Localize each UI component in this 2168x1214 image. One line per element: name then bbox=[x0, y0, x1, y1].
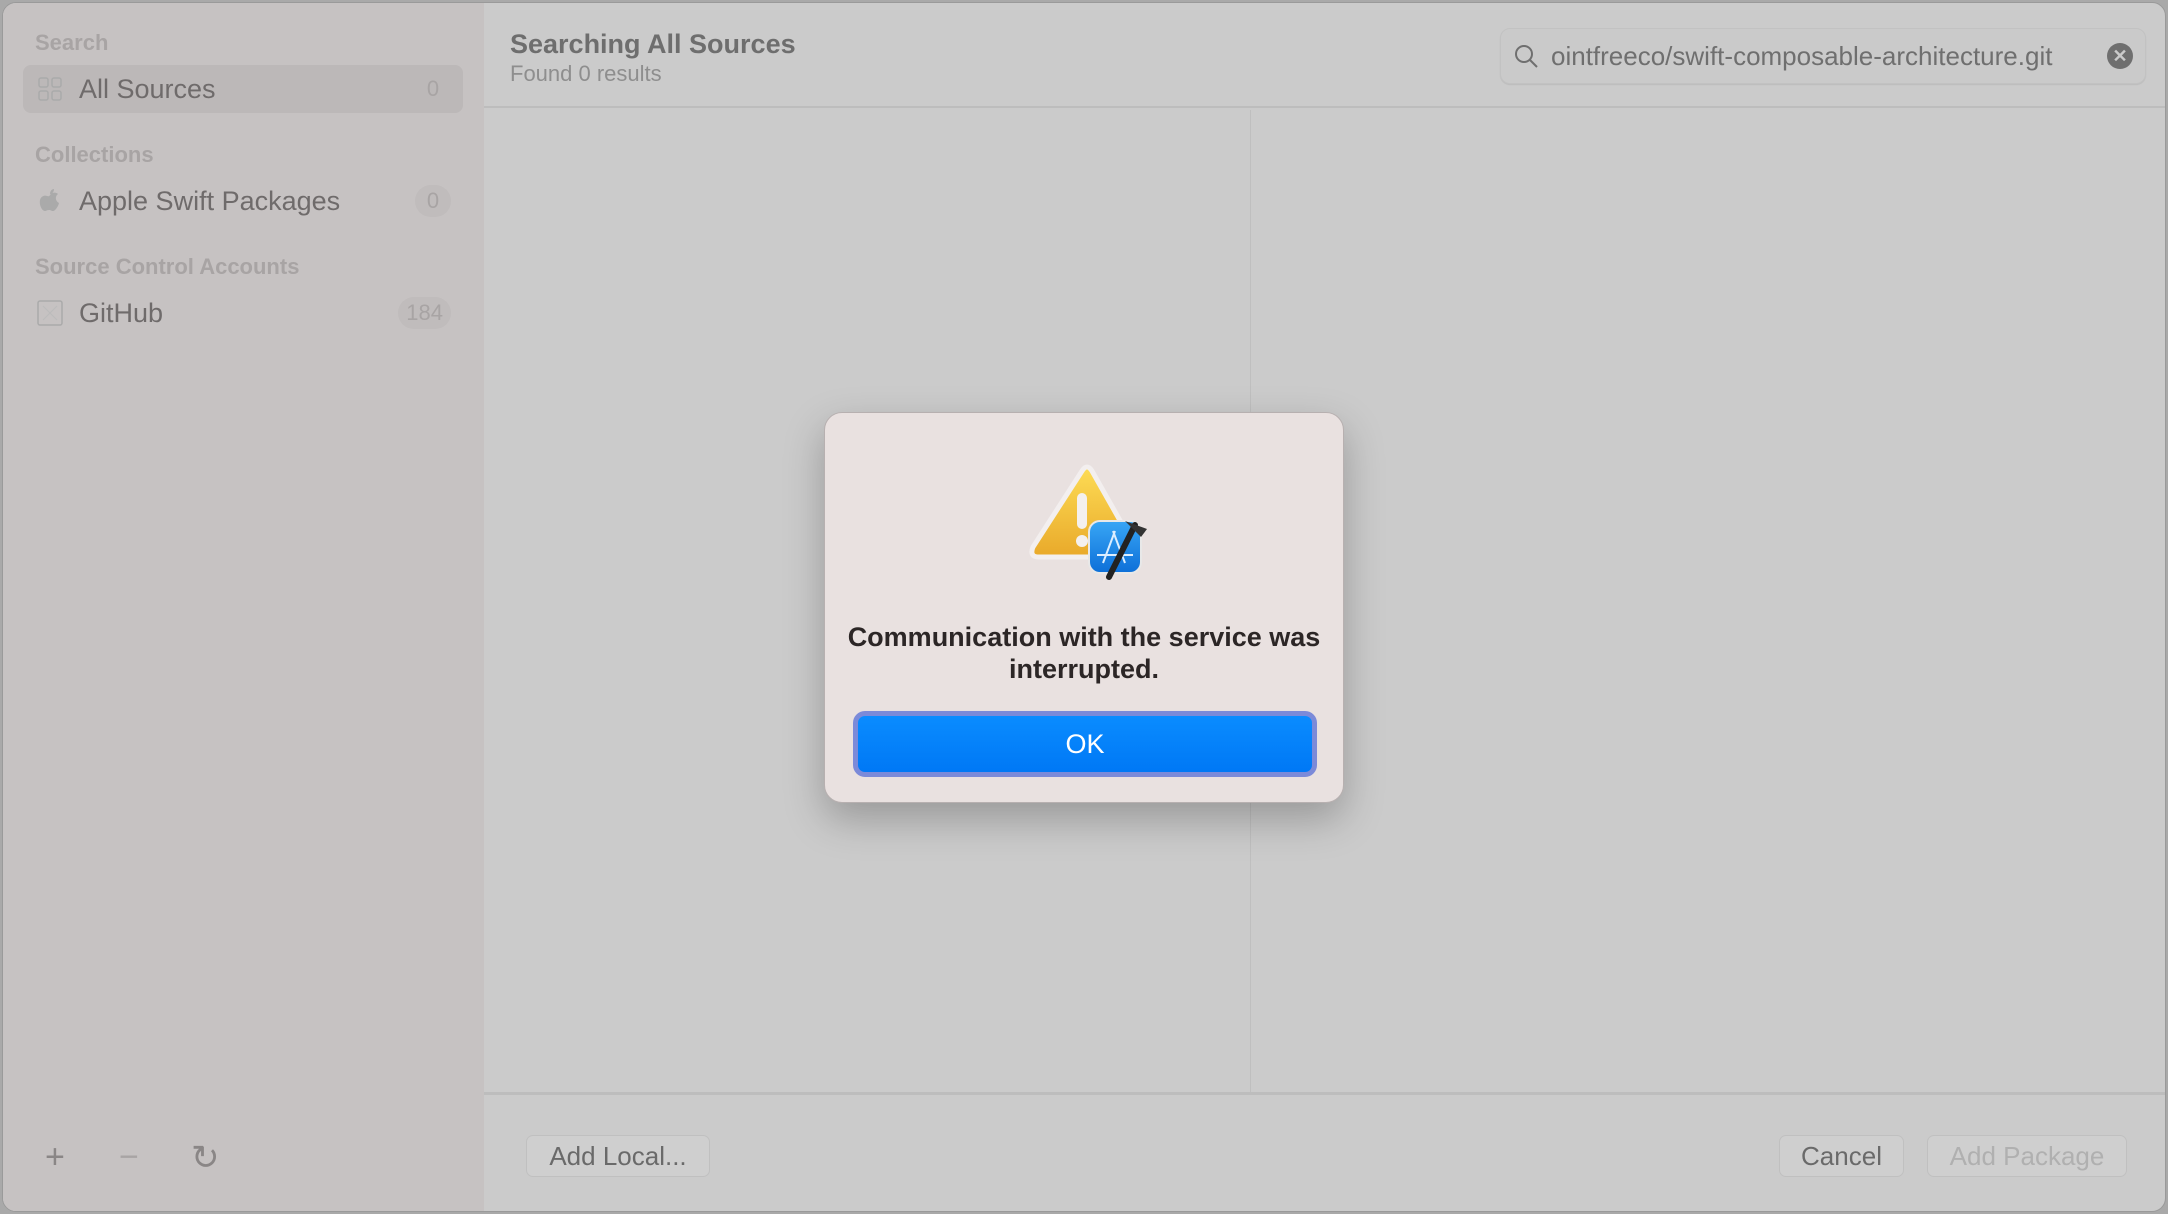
count-badge: 0 bbox=[426, 76, 440, 101]
search-input[interactable]: ointfreeco/swift-composable-architecture… bbox=[1500, 28, 2146, 84]
remove-source-button[interactable]: − bbox=[119, 1138, 139, 1177]
sidebar-item-apple-swift-packages[interactable]: Apple Swift Packages 0 bbox=[23, 177, 463, 225]
alert-dialog: Communication with the service was inter… bbox=[824, 412, 1344, 803]
ok-button[interactable]: OK bbox=[853, 711, 1317, 777]
count-badge: 0 bbox=[415, 185, 451, 217]
add-source-button[interactable]: + bbox=[45, 1138, 65, 1177]
result-count: Found 0 results bbox=[510, 61, 662, 86]
alert-message: Communication with the service was inter… bbox=[847, 622, 1321, 684]
sidebar: Search All Sources 0 Collections Apple S… bbox=[3, 3, 484, 1211]
github-placeholder-icon bbox=[37, 300, 63, 326]
sidebar-item-label: Apple Swift Packages bbox=[79, 185, 341, 216]
section-search: Search bbox=[35, 30, 109, 55]
page-title: Searching All Sources bbox=[510, 29, 796, 59]
section-source-control-accounts: Source Control Accounts bbox=[35, 254, 300, 279]
footer-bar: Add Local... Cancel Add Package bbox=[484, 1092, 2165, 1211]
clear-search-icon[interactable]: ✕ bbox=[2107, 43, 2133, 69]
add-package-button[interactable]: Add Package bbox=[1927, 1135, 2127, 1177]
sidebar-item-label: All Sources bbox=[79, 73, 216, 104]
search-icon bbox=[1515, 45, 1538, 68]
sidebar-item-all-sources[interactable]: All Sources 0 bbox=[23, 65, 463, 113]
add-local-button[interactable]: Add Local... bbox=[526, 1135, 710, 1177]
grid-icon bbox=[37, 76, 63, 102]
section-collections: Collections bbox=[35, 142, 154, 167]
count-badge: 184 bbox=[398, 297, 451, 329]
apple-logo-icon bbox=[37, 188, 63, 214]
warning-xcode-icon bbox=[1029, 464, 1147, 580]
sidebar-item-label: GitHub bbox=[79, 297, 164, 328]
sidebar-item-github[interactable]: GitHub 184 bbox=[23, 289, 463, 337]
header: Searching All Sources Found 0 results oi… bbox=[484, 3, 2165, 108]
refresh-button[interactable]: ↻ bbox=[191, 1138, 220, 1178]
cancel-button[interactable]: Cancel bbox=[1779, 1135, 1904, 1177]
search-value: ointfreeco/swift-composable-architecture… bbox=[1551, 40, 2053, 71]
